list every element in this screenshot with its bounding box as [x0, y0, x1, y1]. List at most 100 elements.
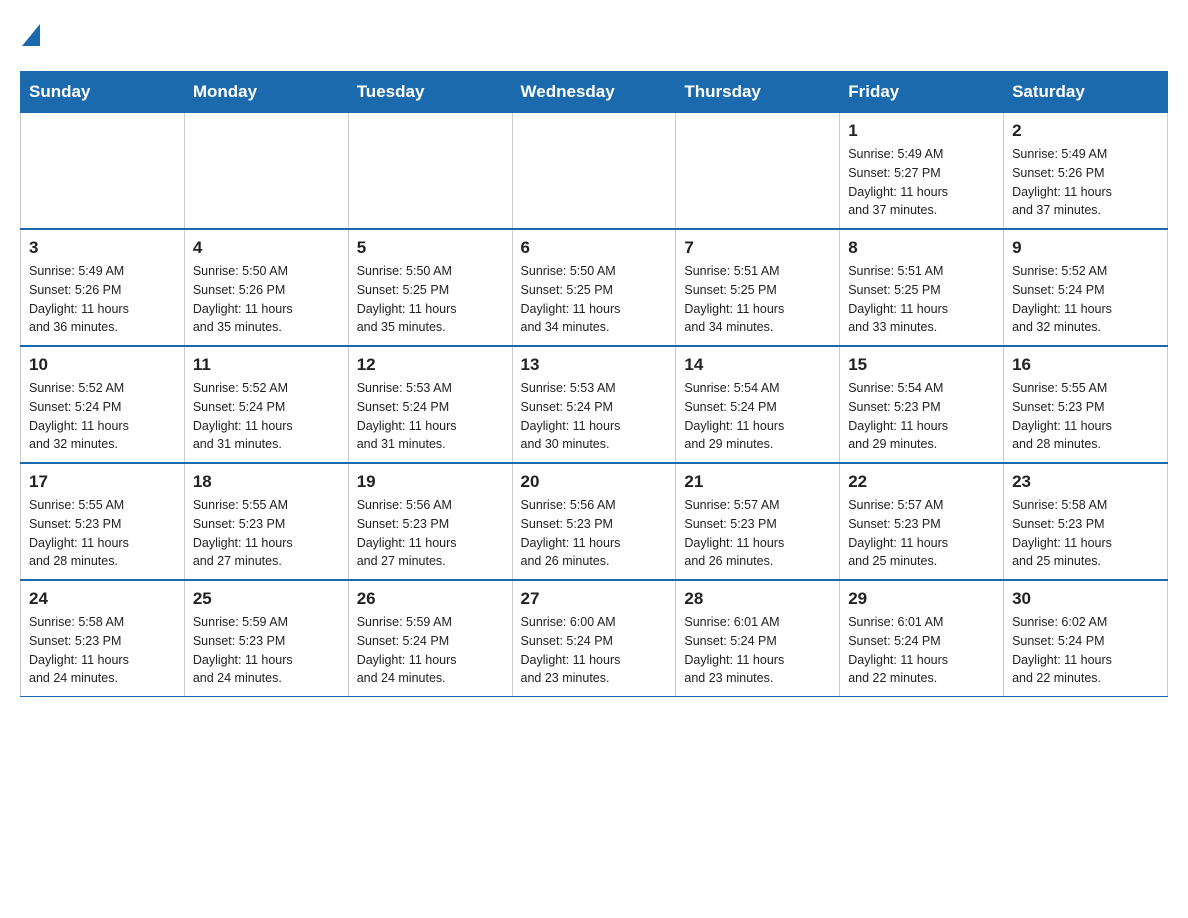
calendar-cell: 19 Sunrise: 5:56 AM Sunset: 5:23 PM Dayli…	[348, 463, 512, 580]
day-info: Sunrise: 5:58 AM Sunset: 5:23 PM Dayligh…	[1012, 496, 1159, 571]
calendar-cell: 3 Sunrise: 5:49 AM Sunset: 5:26 PM Daylig…	[21, 229, 185, 346]
calendar-cell: 30 Sunrise: 6:02 AM Sunset: 5:24 PM Dayli…	[1004, 580, 1168, 697]
column-header-tuesday: Tuesday	[348, 72, 512, 113]
calendar-cell	[21, 113, 185, 230]
calendar-cell: 12 Sunrise: 5:53 AM Sunset: 5:24 PM Dayli…	[348, 346, 512, 463]
day-info: Sunrise: 5:52 AM Sunset: 5:24 PM Dayligh…	[1012, 262, 1159, 337]
day-info: Sunrise: 5:56 AM Sunset: 5:23 PM Dayligh…	[357, 496, 504, 571]
day-number: 10	[29, 355, 176, 375]
day-number: 24	[29, 589, 176, 609]
day-info: Sunrise: 5:49 AM Sunset: 5:26 PM Dayligh…	[29, 262, 176, 337]
column-header-saturday: Saturday	[1004, 72, 1168, 113]
calendar-cell	[184, 113, 348, 230]
day-number: 23	[1012, 472, 1159, 492]
day-number: 14	[684, 355, 831, 375]
day-number: 25	[193, 589, 340, 609]
calendar-cell: 25 Sunrise: 5:59 AM Sunset: 5:23 PM Dayli…	[184, 580, 348, 697]
day-number: 3	[29, 238, 176, 258]
day-info: Sunrise: 5:51 AM Sunset: 5:25 PM Dayligh…	[684, 262, 831, 337]
day-number: 18	[193, 472, 340, 492]
logo	[20, 20, 40, 51]
calendar-cell	[348, 113, 512, 230]
calendar-cell: 13 Sunrise: 5:53 AM Sunset: 5:24 PM Dayli…	[512, 346, 676, 463]
calendar-cell: 27Sunrise: 6:00 AM Sunset: 5:24 PM Dayli…	[512, 580, 676, 697]
logo-line1	[20, 20, 40, 51]
day-number: 17	[29, 472, 176, 492]
day-info: Sunrise: 5:49 AM Sunset: 5:27 PM Dayligh…	[848, 145, 995, 220]
day-info: Sunrise: 5:49 AM Sunset: 5:26 PM Dayligh…	[1012, 145, 1159, 220]
calendar-header-row: SundayMondayTuesdayWednesdayThursdayFrid…	[21, 72, 1168, 113]
calendar-cell: 9Sunrise: 5:52 AM Sunset: 5:24 PM Daylig…	[1004, 229, 1168, 346]
day-info: Sunrise: 5:57 AM Sunset: 5:23 PM Dayligh…	[848, 496, 995, 571]
day-number: 8	[848, 238, 995, 258]
day-info: Sunrise: 5:50 AM Sunset: 5:25 PM Dayligh…	[357, 262, 504, 337]
calendar-cell: 8 Sunrise: 5:51 AM Sunset: 5:25 PM Daylig…	[840, 229, 1004, 346]
calendar-table: SundayMondayTuesdayWednesdayThursdayFrid…	[20, 71, 1168, 697]
day-number: 26	[357, 589, 504, 609]
calendar-cell: 15 Sunrise: 5:54 AM Sunset: 5:23 PM Dayli…	[840, 346, 1004, 463]
day-number: 2	[1012, 121, 1159, 141]
day-info: Sunrise: 5:55 AM Sunset: 5:23 PM Dayligh…	[193, 496, 340, 571]
page-header	[20, 20, 1168, 51]
calendar-cell: 4Sunrise: 5:50 AM Sunset: 5:26 PM Daylig…	[184, 229, 348, 346]
day-info: Sunrise: 5:54 AM Sunset: 5:23 PM Dayligh…	[848, 379, 995, 454]
day-number: 6	[521, 238, 668, 258]
calendar-cell: 11 Sunrise: 5:52 AM Sunset: 5:24 PM Dayli…	[184, 346, 348, 463]
day-info: Sunrise: 5:52 AM Sunset: 5:24 PM Dayligh…	[29, 379, 176, 454]
day-info: Sunrise: 6:01 AM Sunset: 5:24 PM Dayligh…	[848, 613, 995, 688]
day-info: Sunrise: 5:53 AM Sunset: 5:24 PM Dayligh…	[357, 379, 504, 454]
calendar-cell: 14 Sunrise: 5:54 AM Sunset: 5:24 PM Dayli…	[676, 346, 840, 463]
day-number: 22	[848, 472, 995, 492]
day-info: Sunrise: 5:55 AM Sunset: 5:23 PM Dayligh…	[1012, 379, 1159, 454]
calendar-cell: 29Sunrise: 6:01 AM Sunset: 5:24 PM Dayli…	[840, 580, 1004, 697]
day-info: Sunrise: 5:57 AM Sunset: 5:23 PM Dayligh…	[684, 496, 831, 571]
day-number: 11	[193, 355, 340, 375]
day-info: Sunrise: 5:54 AM Sunset: 5:24 PM Dayligh…	[684, 379, 831, 454]
calendar-week-2: 3 Sunrise: 5:49 AM Sunset: 5:26 PM Daylig…	[21, 229, 1168, 346]
calendar-cell: 10 Sunrise: 5:52 AM Sunset: 5:24 PM Dayli…	[21, 346, 185, 463]
day-number: 15	[848, 355, 995, 375]
day-number: 7	[684, 238, 831, 258]
day-info: Sunrise: 5:55 AM Sunset: 5:23 PM Dayligh…	[29, 496, 176, 571]
day-number: 21	[684, 472, 831, 492]
calendar-week-4: 17 Sunrise: 5:55 AM Sunset: 5:23 PM Dayli…	[21, 463, 1168, 580]
calendar-week-3: 10 Sunrise: 5:52 AM Sunset: 5:24 PM Dayli…	[21, 346, 1168, 463]
day-number: 19	[357, 472, 504, 492]
day-number: 12	[357, 355, 504, 375]
day-number: 5	[357, 238, 504, 258]
day-number: 4	[193, 238, 340, 258]
calendar-cell: 16 Sunrise: 5:55 AM Sunset: 5:23 PM Dayli…	[1004, 346, 1168, 463]
day-number: 20	[521, 472, 668, 492]
calendar-cell: 6 Sunrise: 5:50 AM Sunset: 5:25 PM Daylig…	[512, 229, 676, 346]
calendar-cell: 17 Sunrise: 5:55 AM Sunset: 5:23 PM Dayli…	[21, 463, 185, 580]
column-header-monday: Monday	[184, 72, 348, 113]
calendar-cell: 21 Sunrise: 5:57 AM Sunset: 5:23 PM Dayli…	[676, 463, 840, 580]
calendar-cell: 2 Sunrise: 5:49 AM Sunset: 5:26 PM Daylig…	[1004, 113, 1168, 230]
calendar-cell: 20Sunrise: 5:56 AM Sunset: 5:23 PM Dayli…	[512, 463, 676, 580]
logo-triangle-icon	[22, 24, 40, 46]
day-number: 27	[521, 589, 668, 609]
day-number: 30	[1012, 589, 1159, 609]
day-info: Sunrise: 5:51 AM Sunset: 5:25 PM Dayligh…	[848, 262, 995, 337]
calendar-cell: 26Sunrise: 5:59 AM Sunset: 5:24 PM Dayli…	[348, 580, 512, 697]
day-info: Sunrise: 5:53 AM Sunset: 5:24 PM Dayligh…	[521, 379, 668, 454]
calendar-cell: 5 Sunrise: 5:50 AM Sunset: 5:25 PM Daylig…	[348, 229, 512, 346]
day-number: 16	[1012, 355, 1159, 375]
calendar-cell: 22 Sunrise: 5:57 AM Sunset: 5:23 PM Dayli…	[840, 463, 1004, 580]
day-info: Sunrise: 6:01 AM Sunset: 5:24 PM Dayligh…	[684, 613, 831, 688]
calendar-cell: 7 Sunrise: 5:51 AM Sunset: 5:25 PM Daylig…	[676, 229, 840, 346]
calendar-cell: 18 Sunrise: 5:55 AM Sunset: 5:23 PM Dayli…	[184, 463, 348, 580]
day-info: Sunrise: 5:59 AM Sunset: 5:23 PM Dayligh…	[193, 613, 340, 688]
day-number: 13	[521, 355, 668, 375]
calendar-cell: 24 Sunrise: 5:58 AM Sunset: 5:23 PM Dayli…	[21, 580, 185, 697]
calendar-cell: 1Sunrise: 5:49 AM Sunset: 5:27 PM Daylig…	[840, 113, 1004, 230]
column-header-thursday: Thursday	[676, 72, 840, 113]
calendar-cell	[676, 113, 840, 230]
calendar-cell: 28Sunrise: 6:01 AM Sunset: 5:24 PM Dayli…	[676, 580, 840, 697]
day-info: Sunrise: 5:50 AM Sunset: 5:25 PM Dayligh…	[521, 262, 668, 337]
day-info: Sunrise: 5:58 AM Sunset: 5:23 PM Dayligh…	[29, 613, 176, 688]
column-header-wednesday: Wednesday	[512, 72, 676, 113]
day-info: Sunrise: 6:02 AM Sunset: 5:24 PM Dayligh…	[1012, 613, 1159, 688]
column-header-sunday: Sunday	[21, 72, 185, 113]
day-info: Sunrise: 5:52 AM Sunset: 5:24 PM Dayligh…	[193, 379, 340, 454]
